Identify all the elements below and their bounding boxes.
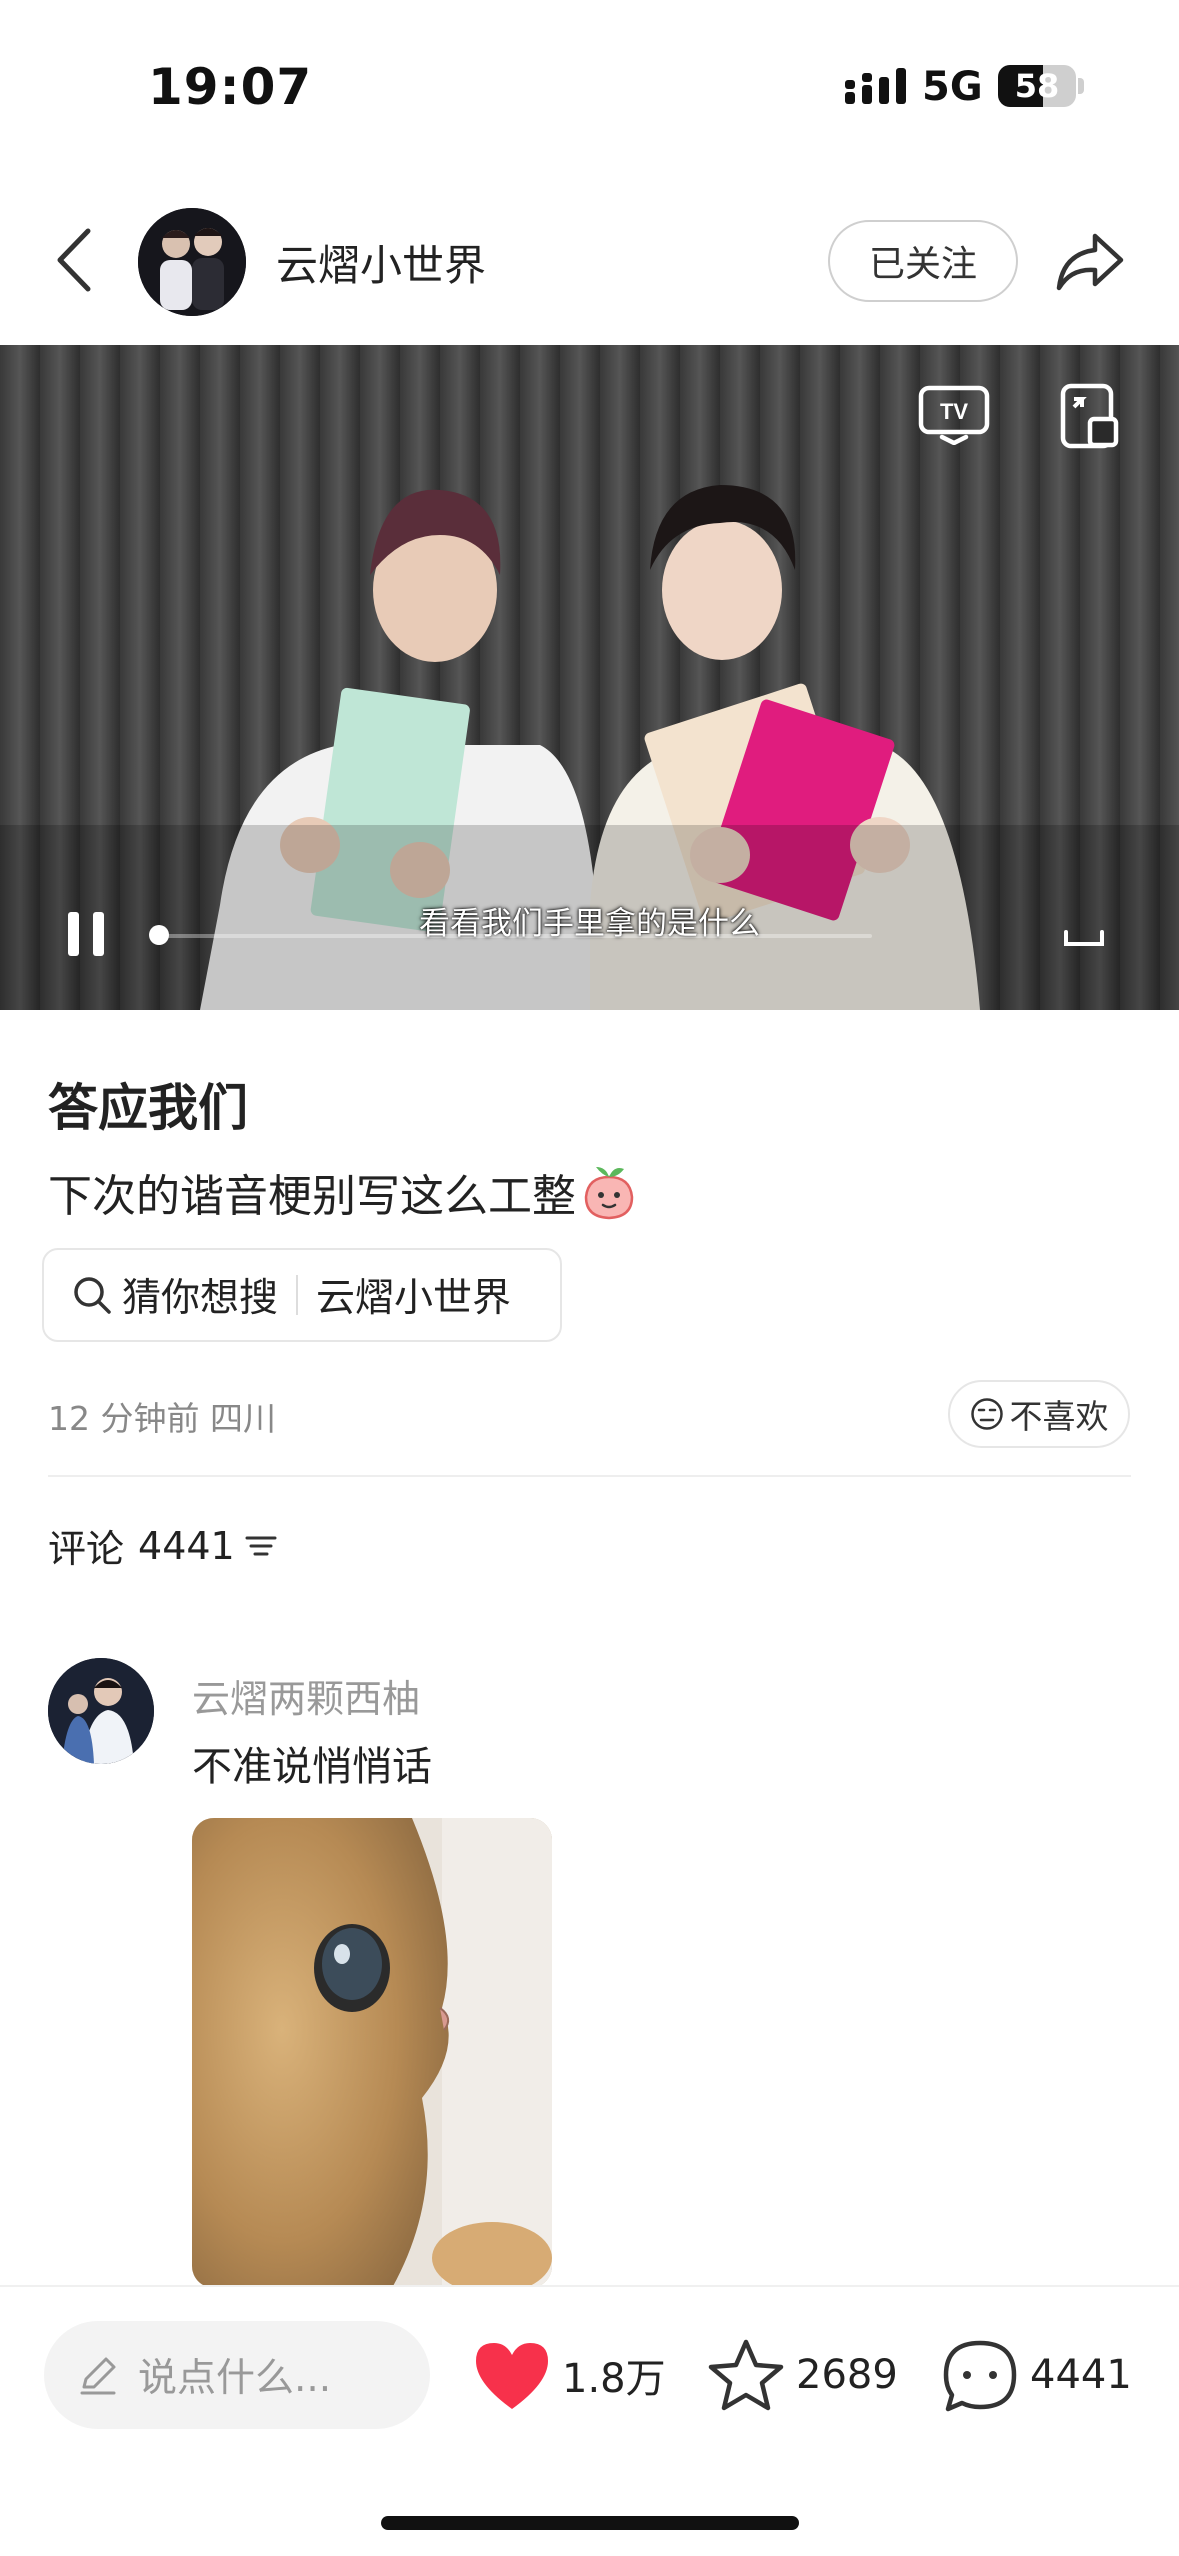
pause-icon[interactable] — [64, 910, 108, 958]
section-divider — [48, 1475, 1131, 1477]
author-avatar[interactable] — [138, 208, 246, 316]
follow-button[interactable]: 已关注 — [828, 220, 1018, 302]
sort-icon[interactable] — [243, 1531, 279, 1561]
peach-emoji-icon — [584, 1167, 634, 1220]
post-text: 下次的谐音梗别写这么工整 — [48, 1160, 636, 1224]
comments-label: 评论 — [48, 1527, 125, 1571]
tv-cast-icon[interactable]: TV — [918, 385, 990, 445]
commenter-avatar-image — [48, 1658, 154, 1764]
comment-input-placeholder: 说点什么... — [138, 2356, 332, 2401]
post-title: 答应我们 — [48, 1079, 248, 1137]
progress-track[interactable] — [152, 934, 872, 938]
battery-tip — [1078, 78, 1084, 94]
share-icon — [1056, 233, 1124, 291]
author-name[interactable]: 云熠小世界 — [276, 232, 486, 293]
like-count: 1.8万 — [562, 2356, 666, 2402]
star-icon — [708, 2339, 784, 2411]
like-button[interactable]: 1.8万 — [472, 2327, 666, 2423]
share-button[interactable] — [1050, 224, 1130, 300]
comment-image[interactable] — [192, 1818, 552, 2288]
search-separator — [296, 1275, 299, 1315]
status-bar: 19:07 5G 58 — [0, 0, 1179, 170]
home-indicator[interactable] — [381, 2516, 799, 2530]
comments-count: 4441 — [138, 1523, 235, 1568]
suggested-search[interactable]: 猜你想搜 云熠小世界 — [42, 1248, 562, 1342]
author-avatar-image — [138, 208, 246, 316]
comment-count: 4441 — [1030, 2352, 1132, 2398]
collect-count: 2689 — [796, 2352, 898, 2398]
comment-input[interactable]: 说点什么... — [44, 2321, 430, 2429]
comments-header[interactable]: 评论 4441 — [48, 1518, 279, 1573]
back-button[interactable] — [44, 220, 104, 300]
commenter-avatar[interactable] — [48, 1658, 154, 1764]
fullscreen-icon[interactable] — [1062, 910, 1106, 950]
search-icon — [74, 1277, 111, 1314]
pencil-icon — [80, 2357, 116, 2395]
comment-bubble-icon — [943, 2340, 1017, 2412]
back-icon — [57, 228, 91, 292]
comment-author[interactable]: 云熠两颗西柚 — [192, 1668, 420, 1723]
dislike-button[interactable]: 不喜欢 — [948, 1380, 1130, 1448]
search-label: 猜你想搜 — [122, 1276, 279, 1321]
signal-bars-icon — [845, 68, 906, 104]
post-text-content: 下次的谐音梗别写这么工整 — [48, 1171, 576, 1222]
collect-button[interactable]: 2689 — [706, 2327, 898, 2423]
dislike-label: 不喜欢 — [1009, 1397, 1109, 1436]
heart-icon — [476, 2343, 548, 2409]
pip-icon[interactable] — [1060, 383, 1120, 449]
network-type: 5G — [922, 64, 983, 110]
post-header: 云熠小世界 已关注 — [0, 200, 1179, 320]
comment-text: 不准说悄悄话 — [192, 1744, 432, 1790]
status-time: 19:07 — [148, 58, 313, 116]
cat-photo — [192, 1818, 552, 2288]
post-meta: 12 分钟前 四川 — [48, 1399, 276, 1438]
dislike-face-icon — [970, 1398, 1003, 1430]
battery-indicator: 58 — [998, 65, 1076, 107]
comment-button[interactable]: 4441 — [940, 2327, 1132, 2423]
video-player[interactable]: TV 看看我们手里拿的是什么 — [0, 345, 1179, 1010]
battery-level: 58 — [1014, 67, 1060, 105]
svg-text:TV: TV — [940, 399, 968, 424]
search-term: 云熠小世界 — [316, 1276, 512, 1321]
